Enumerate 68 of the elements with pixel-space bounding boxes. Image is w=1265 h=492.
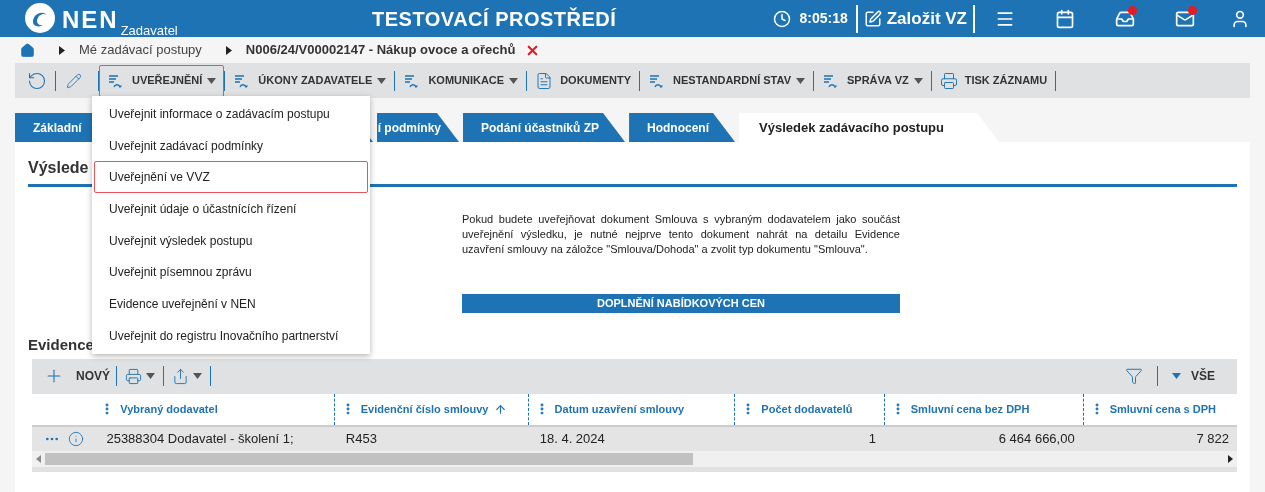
refresh-icon[interactable] xyxy=(27,70,47,91)
breadcrumb-link[interactable]: Mé zadávací postupy xyxy=(79,40,202,60)
toolbar-menu-button[interactable]: ÚKONY ZADAVATELE xyxy=(225,64,395,97)
printer-icon xyxy=(125,367,142,385)
table-cell-text: 1 xyxy=(868,430,876,448)
menu-item[interactable]: Uveřejnit výsledek postupu xyxy=(94,224,368,257)
caret-icon xyxy=(509,77,519,84)
menu-item[interactable]: Uveřejnit zadávací podmínky xyxy=(94,129,368,162)
tab[interactable]: Podání účastníků ZP xyxy=(463,113,626,142)
notice-text: Pokud budete uveřejňovat dokument Smlouva s vybraným dodavatelem jako součást uveřejnění výsledku, je nutné nejprve tento dokument nahrát na detailu Evidence uzavření smlouvy na záložce "Smlouva/Dohoda" a zvolit typ dokumentu "Smlouva". xyxy=(462,212,900,257)
share-icon xyxy=(172,367,189,385)
menu-item[interactable]: Evidence uveřejnění v NEN xyxy=(94,288,368,320)
scroll-right-icon[interactable] xyxy=(1228,454,1233,463)
section-title: Výslede xyxy=(28,159,89,176)
new-button[interactable]: NOVÝ xyxy=(76,367,110,386)
caret-icon xyxy=(377,77,387,84)
caret-icon xyxy=(913,77,923,84)
home-icon[interactable] xyxy=(20,42,35,58)
filter-icon[interactable] xyxy=(1125,367,1143,386)
table-cell-text: 25388304 Dodavatel - školení 1; xyxy=(106,430,294,448)
column-header[interactable]: Datum uzavření smlouvy xyxy=(527,393,735,425)
toolbar-menu-button[interactable]: SPRÁVA VZ xyxy=(814,64,931,97)
caret-icon xyxy=(796,77,805,84)
pencil-icon[interactable] xyxy=(66,72,82,89)
time-text: 8:05:18 xyxy=(799,9,848,28)
column-header[interactable]: Vybraný dodavatel xyxy=(94,393,334,425)
toolbar-menu-button[interactable]: KOMUNIKACE xyxy=(395,64,527,97)
menu-item[interactable]: Uveřejnit údaje o účastnících řízení xyxy=(94,193,368,225)
printer-icon xyxy=(939,71,958,90)
column-header[interactable]: Počet dodavatelů xyxy=(734,393,884,425)
clock-icon xyxy=(773,9,792,28)
table-cell-text: 7 822 xyxy=(1196,430,1229,448)
column-header[interactable]: Evidenční číslo smlouvy xyxy=(333,393,528,425)
column-header[interactable]: Smluvní cena s DPH xyxy=(1082,393,1237,425)
chevron-icon xyxy=(59,45,65,55)
logo-subtitle: Zadavatel xyxy=(120,22,178,39)
toolbar-menu-button[interactable]: TISK ZÁZNAMU xyxy=(931,64,1056,97)
document-icon xyxy=(535,71,554,90)
breadcrumb-link[interactable]: N006/24/V00002147 - Nákup ovoce a ořechů xyxy=(245,40,516,60)
toolbar-menu-button[interactable]: NESTANDARDNÍ STAV xyxy=(640,64,813,97)
tab[interactable]: í podmínky xyxy=(377,113,459,142)
menu-item[interactable]: Uveřejnit písemnou zprávu xyxy=(94,256,368,289)
caret-icon xyxy=(146,373,155,380)
table-cell-text: R453 xyxy=(345,430,377,448)
edit-icon xyxy=(863,9,882,28)
create-button[interactable]: Založit VZ xyxy=(857,5,973,32)
scroll-left-icon[interactable] xyxy=(36,454,41,463)
toolbar-menu-button[interactable]: DOKUMENTY xyxy=(527,64,640,97)
table-cell-text: 6 464 666,00 xyxy=(998,430,1075,448)
table-cell-text: 18. 4. 2024 xyxy=(539,430,605,448)
view-select[interactable]: VŠE xyxy=(1172,367,1215,386)
tab[interactable]: Hodnocení xyxy=(629,113,736,142)
user-icon xyxy=(1230,8,1250,29)
action-button[interactable]: DOPLNĚNÍ NABÍDKOVÝCH CEN xyxy=(462,294,900,313)
menu-item[interactable]: Uveřejnit informace o zadávacím postupu xyxy=(94,98,368,130)
subsection-title: Evidence xyxy=(28,335,94,356)
environment-title: TESTOVACÍ PROSTŘEDÍ xyxy=(372,6,617,32)
tab[interactable]: Výsledek zadávacího postupu xyxy=(739,113,1000,142)
logo-text: NEN xyxy=(62,4,119,35)
menu-item[interactable]: Uveřejnit do registru Inovačního partnerství xyxy=(94,319,368,352)
caret-icon xyxy=(1172,373,1181,380)
menu-item[interactable]: Uveřejnění ve VVZ xyxy=(94,161,368,194)
column-header[interactable]: Smluvní cena bez DPH xyxy=(883,393,1083,425)
caret-icon xyxy=(193,373,202,380)
chevron-icon xyxy=(225,45,232,55)
info-icon[interactable] xyxy=(68,430,84,447)
calendar-icon xyxy=(1055,8,1075,29)
caret-icon xyxy=(207,77,217,84)
